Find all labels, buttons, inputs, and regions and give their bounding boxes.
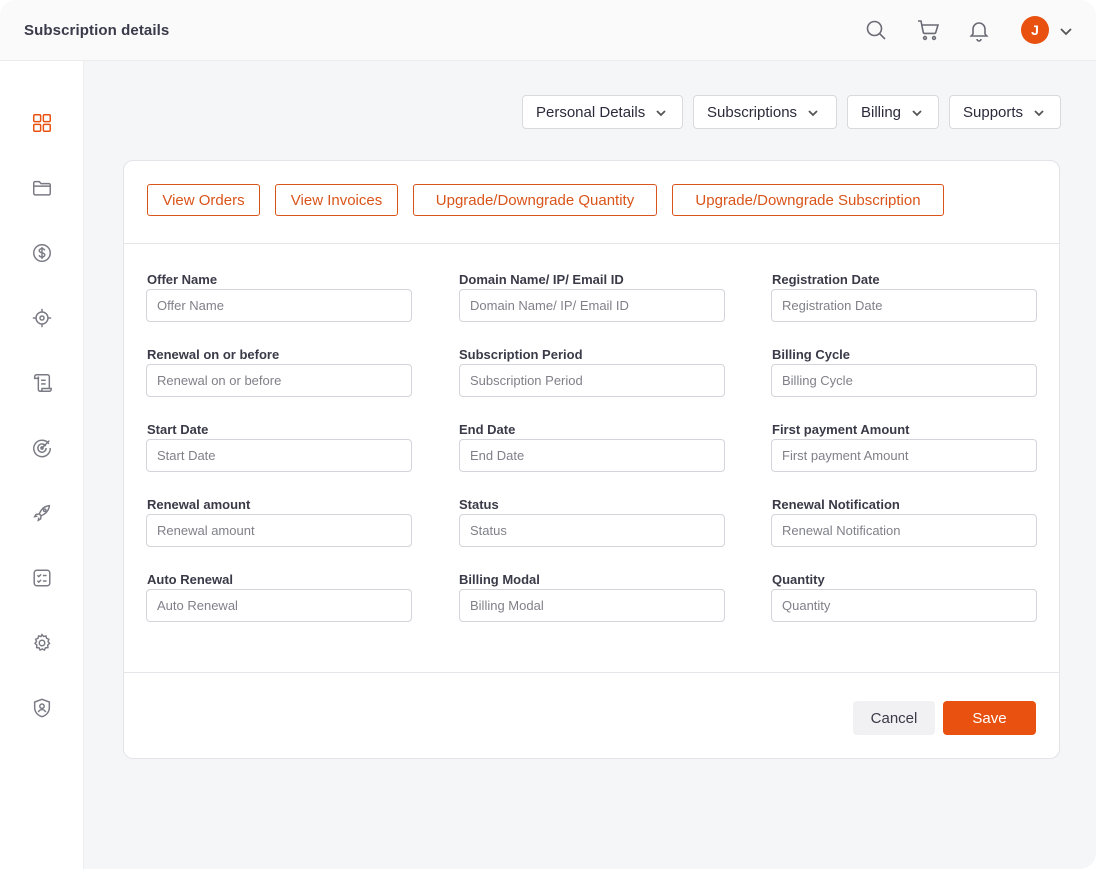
cancel-button[interactable]: Cancel (853, 701, 935, 735)
personal-details-dropdown[interactable]: Personal Details (522, 95, 683, 129)
supports-label: Supports (963, 103, 1024, 121)
radar-icon (33, 439, 51, 458)
subscriptions-label: Subscriptions (707, 103, 798, 121)
subscription-period-field[interactable] (459, 364, 725, 397)
auto-renewal-field[interactable] (146, 589, 412, 622)
avatar[interactable]: J (1021, 16, 1049, 44)
dollar-icon (33, 244, 51, 262)
folder-icon (33, 180, 51, 196)
upgrade-quantity-button[interactable]: Upgrade/Downgrade Quantity (413, 184, 657, 216)
chevron-down-icon (807, 106, 819, 118)
start-date-field[interactable] (146, 439, 412, 472)
personal-details-label: Personal Details (536, 103, 646, 121)
renewal-notification-field[interactable] (771, 514, 1037, 547)
registration-date-field[interactable] (771, 289, 1037, 322)
chevron-down-icon (655, 106, 667, 118)
view-invoices-button[interactable]: View Invoices (275, 184, 398, 216)
footer-divider (124, 672, 1059, 673)
app-frame: Subscription details J Personal Details … (0, 0, 1096, 869)
registration-date-label: Registration Date (772, 272, 880, 287)
offer-name-field[interactable] (146, 289, 412, 322)
billing-label: Billing (861, 103, 902, 121)
renewal-amount-field[interactable] (146, 514, 412, 547)
gear-icon (34, 633, 51, 652)
checklist-icon (33, 569, 51, 587)
billing-dropdown[interactable]: Billing (847, 95, 939, 129)
top-bar: Subscription details J (0, 0, 1096, 61)
auto-renewal-label: Auto Renewal (147, 572, 233, 587)
action-bar: View Orders View Invoices Upgrade/Downgr… (124, 161, 1059, 244)
offer-name-label: Offer Name (147, 272, 218, 287)
domain-name-label: Domain Name/ IP/ Email ID (459, 272, 624, 287)
status-label: Status (459, 497, 499, 512)
domain-name-field[interactable] (459, 289, 725, 322)
sidebar-item-launch[interactable] (28, 499, 56, 527)
renewal-on-or-before-label: Renewal on or before (147, 347, 280, 362)
page-title: Subscription details (24, 22, 170, 39)
scroll-icon (33, 374, 52, 392)
chevron-down-icon[interactable] (1057, 22, 1075, 40)
bell-icon[interactable] (966, 17, 992, 43)
end-date-field[interactable] (459, 439, 725, 472)
chevron-down-icon (1033, 106, 1045, 118)
search-icon[interactable] (863, 17, 889, 43)
subscription-card: View Orders View Invoices Upgrade/Downgr… (123, 160, 1060, 759)
view-orders-button[interactable]: View Orders (147, 184, 260, 216)
shield-user-icon (33, 698, 51, 718)
sidebar-item-dashboard[interactable] (28, 109, 56, 137)
billing-modal-label: Billing Modal (459, 572, 540, 587)
quantity-field[interactable] (771, 589, 1037, 622)
rocket-icon (33, 504, 51, 522)
billing-modal-field[interactable] (459, 589, 725, 622)
sidebar-item-tasks[interactable] (28, 564, 56, 592)
dashboard-grid-icon (33, 114, 51, 132)
billing-cycle-label: Billing Cycle (772, 347, 851, 362)
renewal-notification-label: Renewal Notification (772, 497, 900, 512)
first-payment-amount-label: First payment Amount (772, 422, 910, 437)
sidebar-item-documents[interactable] (28, 369, 56, 397)
save-button[interactable]: Save (943, 701, 1036, 735)
sidebar-item-radar[interactable] (28, 434, 56, 462)
start-date-label: Start Date (147, 422, 209, 437)
sidebar-item-folder[interactable] (28, 174, 56, 202)
quantity-label: Quantity (772, 572, 825, 587)
sidebar (0, 61, 84, 869)
upgrade-subscription-button[interactable]: Upgrade/Downgrade Subscription (672, 184, 944, 216)
sidebar-item-settings[interactable] (28, 629, 56, 657)
end-date-label: End Date (459, 422, 516, 437)
subscriptions-dropdown[interactable]: Subscriptions (693, 95, 837, 129)
subscription-period-label: Subscription Period (459, 347, 583, 362)
billing-cycle-field[interactable] (771, 364, 1037, 397)
supports-dropdown[interactable]: Supports (949, 95, 1061, 129)
sidebar-item-security[interactable] (28, 694, 56, 722)
renewal-on-or-before-field[interactable] (146, 364, 412, 397)
status-field[interactable] (459, 514, 725, 547)
cart-icon[interactable] (915, 17, 941, 43)
renewal-amount-label: Renewal amount (147, 497, 251, 512)
target-icon (32, 308, 52, 328)
sidebar-item-target[interactable] (28, 304, 56, 332)
sidebar-item-billing[interactable] (28, 239, 56, 267)
chevron-down-icon (911, 106, 923, 118)
first-payment-amount-field[interactable] (771, 439, 1037, 472)
